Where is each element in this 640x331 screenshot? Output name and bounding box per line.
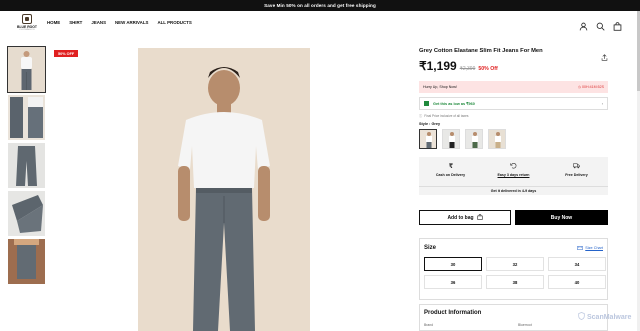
thumbnail-3[interactable] (8, 143, 45, 188)
style-swatches (419, 129, 608, 149)
size-header: Size Size Chart (424, 245, 603, 251)
size-chart-link[interactable]: Size Chart (577, 245, 603, 251)
promo-text: Save Min 50% on all orders and get free … (264, 3, 376, 8)
brand-logo[interactable]: BLUE ROOT CLOTHING CO (14, 14, 40, 34)
nav-item-all-products[interactable]: ALL PRODUCTS (157, 20, 191, 25)
delivery-estimate: Get it delivered in 4-9 days (419, 186, 608, 195)
size-label: Size (424, 245, 437, 251)
product-details: Grey Cotton Elastane Slim Fit Jeans For … (419, 48, 608, 195)
size-option-32[interactable]: 32 (486, 257, 544, 271)
style-swatch-white[interactable] (419, 129, 437, 149)
logo-mark-icon (22, 14, 32, 24)
product-main-image[interactable] (138, 48, 310, 331)
size-option-36[interactable]: 36 (424, 275, 482, 289)
timer-value: 00H:41M:52S (582, 85, 604, 89)
product-information-heading: Product Information (424, 310, 482, 316)
original-price: ₹2,399 (459, 66, 476, 72)
countdown-timer: ◷ 00H:41M:52S (578, 85, 604, 89)
tax-note-text: Final Price inclusive of all taxes (424, 113, 469, 118)
sale-price: ₹1,199 (419, 59, 457, 73)
size-option-40[interactable]: 40 (548, 275, 606, 289)
service-returns-label: Easy 3 days return (497, 173, 530, 177)
discount-text: 50% Off (478, 66, 498, 72)
size-option-30[interactable]: 30 (424, 257, 482, 271)
style-swatch-black[interactable] (442, 129, 460, 149)
add-to-bag-button[interactable]: Add to bag (419, 210, 511, 225)
rupee-icon: ₹ (447, 162, 454, 170)
discount-badge: 50% OFF (54, 50, 79, 57)
size-option-34[interactable]: 34 (548, 257, 606, 271)
info-row-brand: Brand Bluerroot (424, 323, 603, 327)
product-title: Grey Cotton Elastane Slim Fit Jeans For … (419, 48, 543, 54)
nav-item-home[interactable]: HOME (47, 20, 60, 25)
shield-icon (578, 312, 585, 322)
bag-icon (476, 213, 483, 222)
service-returns[interactable]: Easy 3 days return (486, 162, 541, 177)
ruler-icon (577, 245, 584, 251)
watermark: ScanMalware (578, 312, 631, 322)
offer-text: Get this as low as ₹960 (433, 102, 475, 106)
style-swatch-beige[interactable] (488, 129, 506, 149)
share-icon[interactable] (601, 48, 608, 61)
thumbnail-4[interactable] (8, 191, 45, 236)
truck-icon (573, 162, 580, 169)
size-options: 30 32 34 36 38 40 (424, 257, 606, 289)
style-swatch-green[interactable] (465, 129, 483, 149)
thumbnail-list (7, 46, 46, 287)
hurry-text: Hurry Up, Shop Now! (423, 85, 457, 89)
info-row-value: Bluerroot (518, 323, 532, 327)
site-header: BLUE ROOT CLOTHING CO HOME SHIRT JEANS N… (0, 11, 640, 35)
nav-item-jeans[interactable]: JEANS (91, 20, 106, 25)
promo-banner: Save Min 50% on all orders and get free … (0, 0, 640, 11)
shopping-bag-icon[interactable] (613, 18, 622, 31)
tax-note: ⓘ Final Price inclusive of all taxes (419, 113, 608, 119)
thumbnail-1[interactable] (7, 46, 46, 93)
size-selector: Size Size Chart 30 32 34 36 38 40 (419, 238, 608, 300)
service-cod: ₹ Cash on Delivery (423, 162, 478, 177)
style-label: Style : Grey (419, 122, 441, 126)
main-nav: HOME SHIRT JEANS NEW ARRIVALS ALL PRODUC… (47, 20, 192, 25)
size-chart-label: Size Chart (585, 246, 603, 250)
offer-tag-icon (424, 101, 429, 106)
service-free-delivery: Free Delivery (549, 162, 604, 177)
svg-text:₹: ₹ (449, 163, 454, 169)
offer-banner[interactable]: Get this as low as ₹960 › (419, 97, 608, 110)
info-row-label: Brand (424, 323, 434, 327)
info-icon: ⓘ (419, 114, 423, 118)
search-icon[interactable] (596, 18, 605, 31)
add-to-bag-label: Add to bag (447, 214, 474, 221)
watermark-text: ScanMalware (587, 313, 632, 321)
service-highlights: ₹ Cash on Delivery Easy 3 days return Fr… (419, 157, 608, 195)
header-actions (579, 18, 622, 31)
user-icon[interactable] (579, 18, 588, 31)
logo-tagline: CLOTHING CO (19, 29, 35, 31)
nav-item-new-arrivals[interactable]: NEW ARRIVALS (115, 20, 148, 25)
return-icon (510, 162, 517, 169)
price-row: ₹1,199 ₹2,399 50% Off (419, 59, 608, 73)
thumbnail-2[interactable] (8, 95, 45, 140)
service-cod-label: Cash on Delivery (435, 173, 466, 177)
thumbnail-5[interactable] (8, 239, 45, 284)
purchase-actions: Add to bag Buy Now (419, 210, 608, 225)
size-option-38[interactable]: 38 (486, 275, 544, 289)
buy-now-button[interactable]: Buy Now (515, 210, 608, 225)
service-free-delivery-label: Free Delivery (565, 173, 588, 177)
urgency-banner: Hurry Up, Shop Now! ◷ 00H:41M:52S (419, 81, 608, 93)
nav-item-shirt[interactable]: SHIRT (69, 20, 82, 25)
chevron-right-icon: › (601, 101, 603, 106)
